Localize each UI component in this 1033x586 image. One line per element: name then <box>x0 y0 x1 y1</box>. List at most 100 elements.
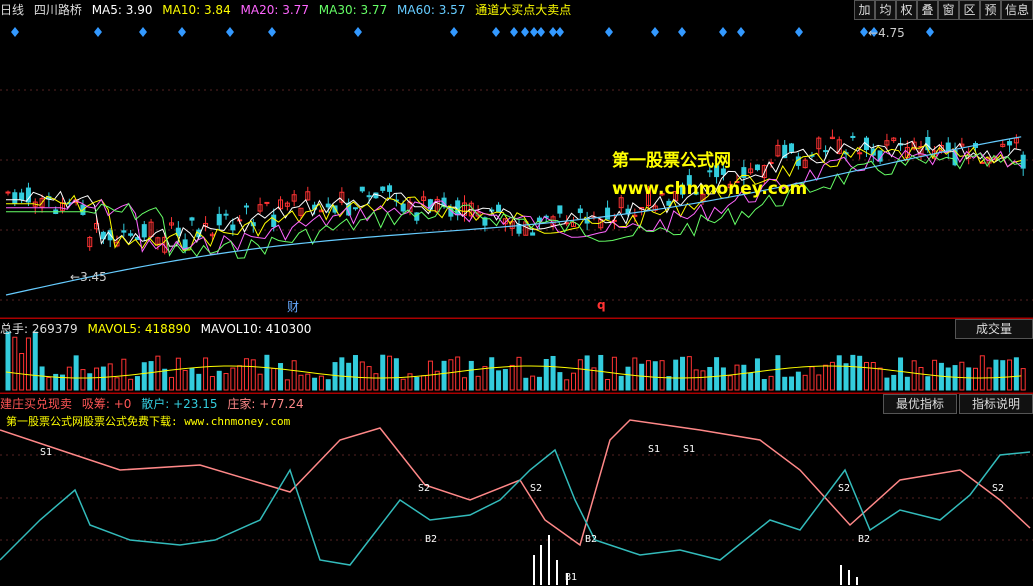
indicator-help-tab[interactable]: 指标说明 <box>959 394 1033 414</box>
volume-bar <box>250 359 256 391</box>
volume-bar <box>761 379 767 391</box>
average-button[interactable]: 均 <box>875 0 896 20</box>
preview-button[interactable]: 预 <box>980 0 1001 20</box>
volume-bar <box>46 376 52 391</box>
volume-bar <box>155 355 161 391</box>
volume-bar <box>284 379 290 391</box>
volume-bar <box>1000 360 1006 391</box>
candle-body <box>754 164 760 171</box>
volume-bar <box>298 374 304 391</box>
period-label[interactable]: 日线 <box>0 3 24 17</box>
toolbar: 加 均 权 叠 窗 区 预 信息 <box>854 0 1033 20</box>
volume-bar <box>141 362 147 391</box>
volume-bar <box>884 377 890 391</box>
window-button[interactable]: 窗 <box>938 0 959 20</box>
info-button[interactable]: 信息 <box>1001 0 1033 20</box>
volume-bar <box>162 368 168 391</box>
signal-diamond <box>354 27 362 37</box>
add-button[interactable]: 加 <box>854 0 875 20</box>
volume-bar <box>380 354 386 391</box>
candle-body <box>19 192 25 201</box>
volume-bar <box>598 354 604 391</box>
signal-label: 通道大买点大卖点 <box>475 3 572 17</box>
xichou-bar <box>848 570 850 585</box>
high-price-label: ←4.75 <box>868 26 905 40</box>
signal-diamond <box>651 27 659 37</box>
volume-bar <box>966 367 972 391</box>
volume-bar <box>857 355 863 391</box>
volume-bar <box>237 365 243 391</box>
candle-body <box>1020 154 1026 169</box>
volume-bar <box>243 358 249 391</box>
volume-bar <box>468 360 474 391</box>
candle-body <box>128 233 134 236</box>
signal-label-s2: S2 <box>418 483 431 494</box>
signal-label-b2: B2 <box>858 534 871 545</box>
volume-bar <box>332 362 338 391</box>
volume-bar <box>557 372 563 391</box>
candle-body <box>857 152 863 155</box>
volume-bar <box>230 367 236 391</box>
volume-bar <box>461 377 467 391</box>
volume-bar <box>891 374 897 391</box>
volume-bar <box>414 376 420 391</box>
indicator-header: 建庄买兑现卖 吸筹: +0 散户: +23.15 庄家: +77.24 最优指标… <box>0 393 1033 414</box>
ma20-label: MA20: 3.77 <box>240 3 309 17</box>
volume-bar <box>979 355 985 391</box>
volume-bar <box>741 364 747 391</box>
volume-bar <box>843 363 849 391</box>
volume-bar <box>1007 359 1013 391</box>
volume-bar <box>421 375 427 391</box>
finance-marker[interactable]: 财 <box>287 298 299 315</box>
volume-bar <box>904 376 910 391</box>
volume-bar <box>673 359 679 391</box>
volume-bar <box>816 374 822 391</box>
volume-bar <box>1013 357 1019 391</box>
signal-diamond <box>860 27 868 37</box>
signal-label-s1: S1 <box>648 444 661 455</box>
signal-diamond <box>926 27 934 37</box>
volume-bar <box>475 375 481 391</box>
volume-bar <box>652 361 658 391</box>
volume-bar <box>898 357 904 391</box>
volume-bar <box>795 371 801 391</box>
volume-tab[interactable]: 成交量 <box>955 319 1033 339</box>
rights-button[interactable]: 权 <box>896 0 917 20</box>
ma5-line <box>6 140 1022 247</box>
ma10-label: MA10: 3.84 <box>162 3 231 17</box>
sanhu-value: 散户: +23.15 <box>141 397 218 411</box>
volume-header: 总手: 269379 MAVOL5: 418890 MAVOL10: 41030… <box>0 318 1033 339</box>
volume-bar <box>530 375 536 391</box>
volume-bar <box>209 376 215 391</box>
xichou-bar <box>540 545 542 585</box>
xichou-bar <box>548 535 550 585</box>
volume-bar <box>19 353 25 391</box>
volume-bar <box>305 373 311 391</box>
candle-body <box>496 204 502 213</box>
volume-bar <box>516 356 522 391</box>
signal-diamond <box>795 27 803 37</box>
volume-bar <box>543 358 549 391</box>
candlestick-chart[interactable] <box>0 0 1033 586</box>
volume-bar <box>571 372 577 391</box>
q-marker[interactable]: q <box>597 298 606 312</box>
signal-diamond <box>678 27 686 37</box>
indicator-name[interactable]: 建庄买兑现卖 <box>0 397 72 411</box>
signal-label-s1: S1 <box>683 444 696 455</box>
volume-bar <box>693 369 699 391</box>
volume-bar <box>318 375 324 391</box>
xichou-bar <box>533 555 535 585</box>
volume-bar <box>823 364 829 391</box>
range-button[interactable]: 区 <box>959 0 980 20</box>
overlay-button[interactable]: 叠 <box>917 0 938 20</box>
volume-bar <box>128 378 134 391</box>
volume-bar <box>278 363 284 391</box>
candle-body <box>536 217 542 222</box>
best-indicator-tab[interactable]: 最优指标 <box>883 394 957 414</box>
volume-bar <box>700 370 706 391</box>
signal-label-b1: B1 <box>565 572 578 583</box>
volume-bar <box>536 376 542 391</box>
volume-bar <box>482 366 488 391</box>
signal-diamond <box>719 27 727 37</box>
signal-diamond <box>11 27 19 37</box>
